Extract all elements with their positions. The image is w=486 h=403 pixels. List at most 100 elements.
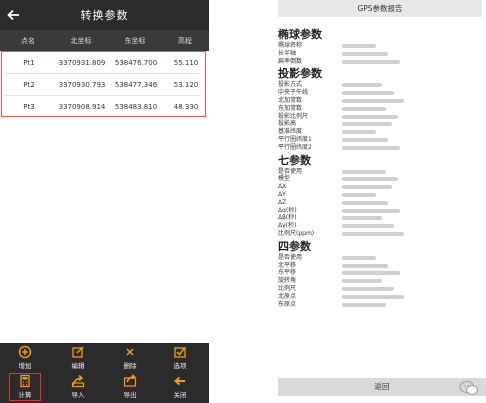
report-section-title: 四参数 [278,239,311,253]
report-item: Δα(秒) [278,207,482,215]
report-item: 扁率倒数 [278,58,482,66]
point-east: 538483.810 [114,103,158,111]
report-item: 是否使用 [278,168,482,176]
redacted-value [342,169,386,174]
report-item: 北平移 [278,262,482,270]
export-button[interactable]: 导出 [110,374,150,402]
redacted-value [342,216,382,221]
report-item-label: 基准纬度 [278,128,303,136]
report-item-label: ΔX [278,183,287,191]
point-north: 3370908.914 [58,103,106,111]
delete-button[interactable]: 删除 [110,345,150,373]
report-item: 东加常数 [278,105,482,113]
report-item-label: 椭球名称 [278,42,303,49]
report-item: 基准纬度 [278,128,482,136]
report-item: 投影比例尺 [278,113,482,121]
report-item-label: 旋转角 [278,277,297,285]
report-item-label: 扁率倒数 [278,57,303,65]
report-section-title: 椭球参数 [278,28,322,41]
arrow-left-icon [173,376,185,386]
report-item: 椭球名称 [278,42,482,50]
add-button[interactable]: 增加 [5,345,45,373]
report-item-label: ΔZ [278,198,287,206]
import-button[interactable]: 导入 [58,374,98,402]
point-height: 48.330 [173,103,199,111]
report-item: 是否使用 [278,254,482,262]
report-item: 东平移 [278,269,482,277]
redacted-value [342,98,404,103]
point-height: 53.120 [173,81,199,89]
redacted-value [342,185,392,190]
table-row[interactable]: Pt3 3370908.914 538483.810 48.330 [2,96,204,117]
report-item: ΔX [278,183,482,191]
report-item-label: 投影方式 [278,81,303,89]
wechat-watermark-icon [459,381,478,395]
import-label: 导入 [71,391,85,399]
report-item: 比例尺(ppm) [278,230,482,238]
point-name: Pt3 [23,103,35,111]
report-item-label: 是否使用 [278,167,303,175]
checkbox-icon [174,347,186,358]
points-table: Pt1 3370931.809 538476.700 55.110 Pt2 33… [1,51,206,117]
redacted-value [342,114,398,119]
close-button[interactable]: 关闭 [160,374,200,402]
report-item-label: 比例尺(ppm) [278,229,315,237]
report-item-label: Δβ(秒) [278,214,297,222]
report-item: 长半轴 [278,50,482,58]
report-item-label: 东原点 [278,300,297,308]
report-item: 平行圈纬度1 [278,136,482,144]
report-item: Δβ(秒) [278,214,482,222]
report-item: 北加常数 [278,97,482,105]
point-name: Pt2 [23,81,35,89]
options-label: 选项 [173,362,187,370]
report-item: Δγ(秒) [278,222,482,230]
redacted-value [342,145,400,150]
report-item-label: Δγ(秒) [278,222,297,230]
redacted-value [342,208,400,213]
redacted-value [342,91,394,96]
edit-button[interactable]: 编辑 [58,345,98,373]
redacted-value [342,192,376,197]
redacted-value [342,122,392,127]
report-item-label: 东平移 [278,269,297,277]
report-title: GPS参数报告 [278,0,482,17]
report-item-label: 长半轴 [278,49,297,57]
report-item-label: 北平移 [278,261,297,269]
report-item-label: 平行圈纬度1 [278,135,312,143]
redacted-value [342,231,404,236]
point-height: 55.110 [173,59,199,67]
point-east: 538476.700 [114,59,158,67]
redacted-value [342,59,400,64]
x-icon [126,348,134,356]
conversion-parameters-screen: 转换参数 点名 北坐标 东坐标 高程 Pt1 3370931.809 53847… [0,0,209,403]
report-item-label: 模型 [278,175,291,183]
redacted-value [342,51,388,56]
import-icon [71,374,85,388]
report-item: 投影高 [278,120,482,128]
report-item: ΔY [278,191,482,199]
column-header-height: 高程 [178,37,192,45]
return-button[interactable]: 返回 [278,378,486,396]
redacted-value [342,271,400,276]
report-item: 模型 [278,175,482,183]
redacted-value [342,294,404,299]
report-item: 北原点 [278,293,482,301]
page-title: 转换参数 [80,9,129,22]
report-item-label: 北加常数 [278,96,303,104]
redacted-value [342,200,388,205]
report-item: 东原点 [278,301,482,309]
table-row[interactable]: Pt2 3370930.793 538477.346 53.120 [2,74,204,95]
point-north: 3370930.793 [58,81,106,89]
point-north: 3370931.809 [58,59,106,67]
report-item: 旋转角 [278,277,482,285]
edit-label: 编辑 [71,362,85,370]
table-row[interactable]: Pt1 3370931.809 538476.700 55.110 [2,52,204,73]
options-button[interactable]: 选项 [160,345,200,373]
title-bar: 转换参数 [0,0,209,30]
point-east: 538477.346 [114,81,158,89]
calculate-highlight [9,373,41,401]
table-header: 点名 北坐标 东坐标 高程 [0,30,209,51]
report-item-label: 投影比例尺 [278,112,309,120]
report-item-label: 平行圈纬度2 [278,143,312,151]
redacted-value [342,224,394,229]
